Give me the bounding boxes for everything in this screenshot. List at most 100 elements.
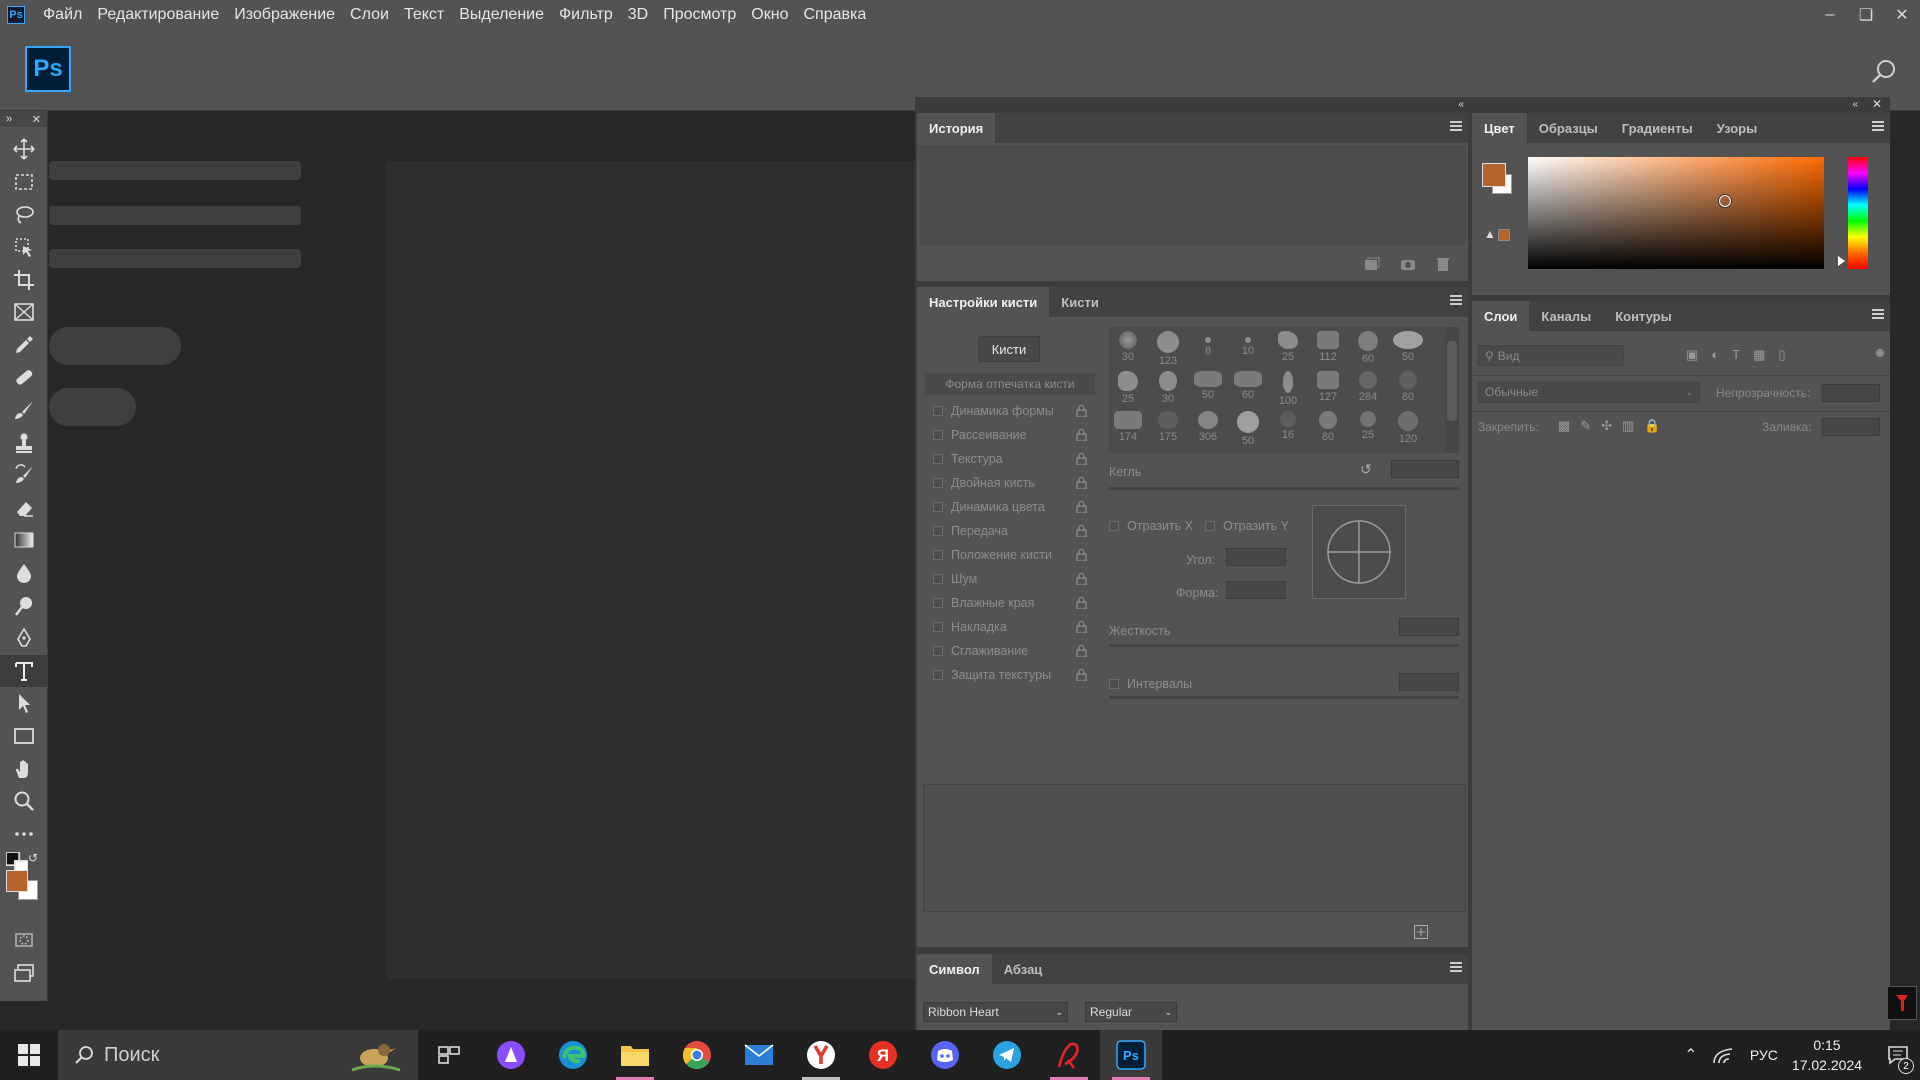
checkbox[interactable] [933, 550, 943, 560]
taskbar-search[interactable]: Поиск [58, 1030, 418, 1080]
checkbox[interactable] [933, 622, 943, 632]
unknown-red-icon[interactable] [1038, 1030, 1100, 1080]
type-icon[interactable] [0, 654, 48, 688]
task-view-icon[interactable] [418, 1030, 480, 1080]
rectangle-icon[interactable] [0, 720, 48, 753]
healing-icon[interactable] [0, 361, 48, 394]
option-color-dynamics[interactable]: Динамика цвета [925, 495, 1095, 519]
checkbox[interactable] [1109, 679, 1119, 689]
preset-scrollbar[interactable] [1445, 327, 1459, 453]
restore-icon[interactable]: ❏ [1848, 0, 1884, 30]
checkbox[interactable] [933, 598, 943, 608]
brush-preset[interactable]: 127 [1309, 367, 1347, 407]
tab-character[interactable]: Символ [917, 954, 992, 984]
blend-mode-select[interactable]: Обычные ⌄ [1478, 382, 1700, 403]
ps-logo[interactable]: Ps [25, 46, 71, 92]
brush-preset[interactable]: 8 [1189, 327, 1227, 367]
checkbox[interactable] [933, 406, 943, 416]
fill-input[interactable] [1822, 418, 1880, 436]
swap-colors-icon[interactable]: ↺ [28, 851, 38, 865]
lock-icon[interactable] [1076, 477, 1087, 489]
filter-adjustment-icon[interactable]: ◐ [1711, 347, 1719, 363]
marquee-icon[interactable] [0, 166, 48, 199]
option-transfer[interactable]: Передача [925, 519, 1095, 543]
layers-list[interactable] [1472, 443, 1890, 1030]
tab-gradients[interactable]: Градиенты [1610, 113, 1705, 143]
checkbox[interactable] [933, 574, 943, 584]
close-icon[interactable]: ✕ [1884, 0, 1920, 30]
lock-icon[interactable] [1076, 669, 1087, 681]
brush-preset[interactable]: 25 [1349, 407, 1387, 447]
checkbox[interactable] [1109, 521, 1119, 531]
option-wet-edges[interactable]: Влажные края [925, 591, 1095, 615]
eyedropper-icon[interactable] [0, 329, 48, 362]
brush-preset[interactable]: 50 [1229, 407, 1267, 447]
filter-shape-icon[interactable]: ▦ [1753, 347, 1765, 363]
stamp-icon[interactable] [0, 426, 48, 459]
lasso-icon[interactable] [0, 198, 48, 231]
discord-icon[interactable] [914, 1030, 976, 1080]
color-field[interactable] [1528, 157, 1824, 269]
lock-icon[interactable] [1076, 573, 1087, 585]
lock-icon[interactable] [1076, 429, 1087, 441]
brush-preset[interactable]: 120 [1389, 407, 1427, 447]
language-indicator[interactable]: РУС [1750, 1047, 1778, 1063]
tab-paragraph[interactable]: Абзац [992, 954, 1055, 984]
menu-image[interactable]: Изображение [234, 6, 335, 24]
size-input[interactable] [1391, 460, 1459, 478]
path-select-icon[interactable] [0, 687, 48, 720]
menu-layers[interactable]: Слои [350, 6, 389, 24]
history-list[interactable] [919, 145, 1466, 245]
close-icon[interactable]: ✕ [1872, 97, 1882, 111]
brush-preset[interactable]: 306 [1189, 407, 1227, 447]
quick-mask-icon[interactable] [0, 924, 48, 957]
lock-all-icon[interactable]: 🔒 [1644, 418, 1660, 434]
brush-preset[interactable]: 60 [1229, 367, 1267, 407]
lock-icon[interactable] [1076, 453, 1087, 465]
edge-icon[interactable] [542, 1030, 604, 1080]
checkbox[interactable] [933, 478, 943, 488]
dodge-icon[interactable] [0, 589, 48, 622]
overlay-app-icon[interactable] [1887, 986, 1917, 1020]
minimize-icon[interactable]: – [1812, 0, 1848, 30]
lock-icon[interactable] [1076, 501, 1087, 513]
checkbox[interactable] [933, 646, 943, 656]
flip-y-option[interactable]: Отразить Y [1205, 519, 1289, 533]
brush-preset[interactable]: 30 [1149, 367, 1187, 407]
notification-button[interactable]: 2 [1876, 1030, 1920, 1080]
filter-type-icon[interactable]: T [1732, 347, 1740, 363]
spacing-input[interactable] [1399, 673, 1459, 691]
tab-channels[interactable]: Каналы [1529, 301, 1603, 331]
camera-icon[interactable] [1400, 257, 1416, 271]
menu-3d[interactable]: 3D [628, 6, 648, 24]
flip-x-option[interactable]: Отразить X [1109, 519, 1193, 533]
brush-preset[interactable]: 25 [1109, 367, 1147, 407]
gradient-icon[interactable] [0, 524, 48, 557]
menu-window[interactable]: Окно [751, 6, 788, 24]
collapse-icon[interactable]: « [1458, 99, 1464, 110]
spacing-option[interactable]: Интервалы [1109, 677, 1192, 691]
brush-preset[interactable]: 60 [1349, 327, 1387, 367]
explorer-icon[interactable] [604, 1030, 666, 1080]
more-icon[interactable] [0, 817, 48, 850]
hue-slider[interactable] [1848, 157, 1868, 269]
eraser-icon[interactable] [0, 492, 48, 525]
chrome-icon[interactable] [666, 1030, 728, 1080]
telegram-icon[interactable] [976, 1030, 1038, 1080]
foreground-color-swatch[interactable] [6, 870, 28, 893]
option-protect-texture[interactable]: Защита текстуры [925, 663, 1095, 687]
chevron-up-icon[interactable]: ⌃ [1676, 1045, 1706, 1065]
brush-icon[interactable] [0, 394, 48, 427]
menu-help[interactable]: Справка [803, 6, 866, 24]
color-picker-marker[interactable] [1719, 195, 1731, 207]
brush-preset[interactable]: 10 [1229, 327, 1267, 367]
brush-preset[interactable]: 100 [1269, 367, 1307, 407]
new-brush-icon[interactable] [1414, 925, 1428, 939]
menu-type[interactable]: Текст [404, 6, 444, 24]
size-slider[interactable] [1109, 487, 1459, 490]
opacity-input[interactable] [1822, 384, 1880, 402]
panel-menu-icon[interactable] [1450, 962, 1462, 974]
hardness-input[interactable] [1399, 618, 1459, 636]
move-icon[interactable] [0, 133, 48, 166]
pen-icon[interactable] [0, 622, 48, 655]
